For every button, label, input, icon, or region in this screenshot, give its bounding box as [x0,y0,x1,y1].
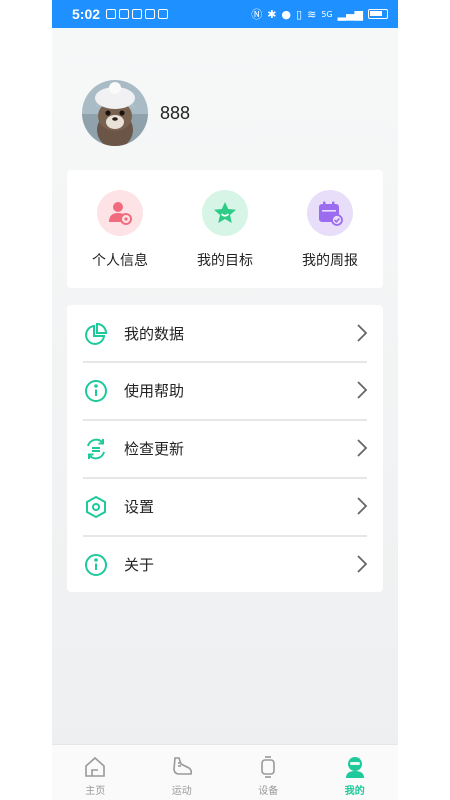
app-notification-icon [145,9,156,19]
app-notification-icon [119,9,130,19]
chevron-right-icon [357,555,368,573]
hexagon-settings-icon [83,494,109,520]
user-settings-icon [97,190,143,236]
quick-action-label: 个人信息 [92,253,148,269]
chevron-right-icon [357,381,368,399]
menu-item-label: 设置 [124,498,155,516]
quick-action-personal-info[interactable]: 个人信息 [70,190,170,270]
quick-action-label: 我的目标 [197,253,253,269]
location-icon: ● [281,7,292,21]
shoe-icon [169,754,195,780]
phone-screen: 5:02 Ⓝ ✱ ● ▯ ≋ 5G ▂▄▆ 888 个人信息 我的目标 我的周报… [52,0,398,800]
nfc-icon: Ⓝ [251,8,263,21]
tab-sport[interactable]: 运动 [139,745,226,800]
network-label: 5G [321,9,333,19]
menu-item-label: 检查更新 [124,440,185,458]
menu-item-help[interactable]: 使用帮助 [67,362,383,419]
notification-icons [106,9,169,19]
star-icon [202,190,248,236]
username: 888 [160,102,191,123]
menu-item-my-data[interactable]: 我的数据 [67,305,383,362]
quick-actions-card: 个人信息 我的目标 我的周报 [67,170,383,288]
bottom-tab-bar: 主页 运动 设备 我的 [52,744,398,800]
menu-item-label: 我的数据 [124,325,185,343]
quick-action-label: 我的周报 [302,253,358,269]
status-bar: 5:02 Ⓝ ✱ ● ▯ ≋ 5G ▂▄▆ [52,0,398,28]
pie-chart-icon [83,321,109,347]
calendar-check-icon [307,190,353,236]
menu-item-label: 使用帮助 [124,382,185,400]
avatar[interactable] [82,80,148,146]
tab-label: 设备 [258,786,279,797]
profile-header[interactable]: 888 [82,80,190,146]
person-icon [342,754,368,780]
menu-item-settings[interactable]: 设置 [67,478,383,535]
tab-mine[interactable]: 我的 [312,745,399,800]
chevron-right-icon [357,439,368,457]
signal-icon: ▂▄▆ [337,7,363,21]
quick-action-weekly-report[interactable]: 我的周报 [280,190,380,270]
settings-menu: 我的数据 使用帮助 检查更新 设置 关于 [67,305,383,592]
app-notification-icon [132,9,143,19]
refresh-icon [83,436,109,462]
tab-device[interactable]: 设备 [225,745,312,800]
tab-home[interactable]: 主页 [52,745,139,800]
chevron-right-icon [357,497,368,515]
info-icon [83,378,109,404]
home-icon [82,754,108,780]
bluetooth-icon: ✱ [267,7,277,21]
tab-label: 我的 [344,786,365,797]
chevron-right-icon [357,324,368,342]
system-icons: Ⓝ ✱ ● ▯ ≋ 5G ▂▄▆ [251,6,388,22]
quick-action-my-goal[interactable]: 我的目标 [175,190,275,270]
tab-label: 运动 [171,786,192,797]
menu-item-label: 关于 [124,556,155,574]
wifi-icon: ≋ [307,7,317,21]
menu-item-about[interactable]: 关于 [67,536,383,593]
battery-icon [368,9,388,19]
app-notification-icon [158,9,169,19]
vibrate-icon: ▯ [296,7,303,21]
menu-item-check-update[interactable]: 检查更新 [67,420,383,477]
tab-label: 主页 [85,786,106,797]
status-time: 5:02 [72,6,101,22]
watch-icon [255,754,281,780]
info-icon [83,552,109,578]
screen-frame: 5:02 Ⓝ ✱ ● ▯ ≋ 5G ▂▄▆ 888 个人信息 我的目标 我的周报… [0,0,450,800]
app-notification-icon [106,9,117,19]
